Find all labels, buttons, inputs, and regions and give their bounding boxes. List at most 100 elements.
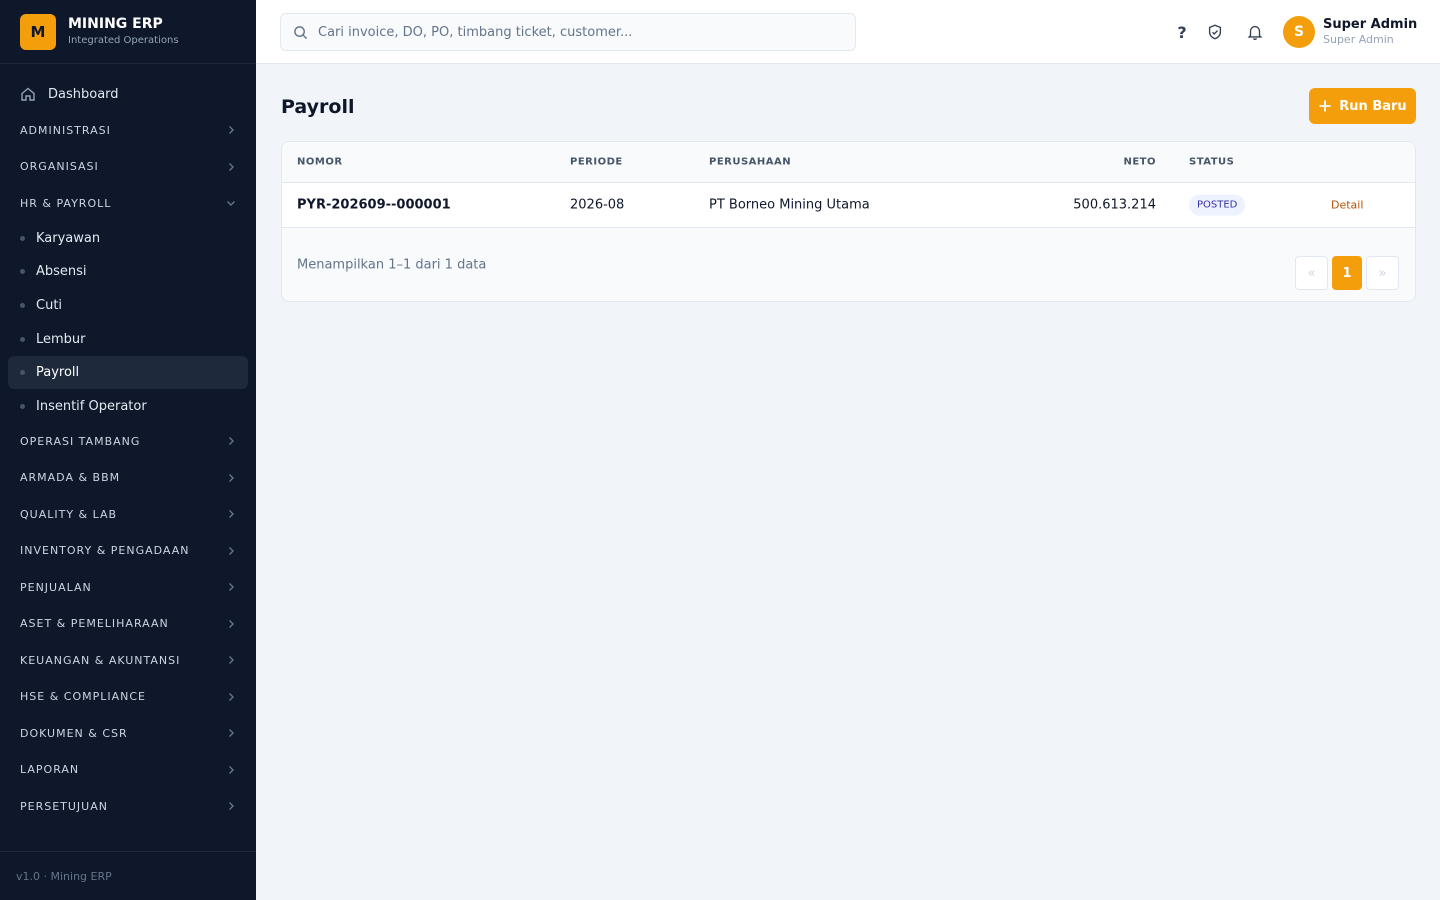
pagination-next-button[interactable]: » — [1366, 256, 1399, 290]
section-label: ADMINISTRASI — [20, 123, 111, 137]
help-icon[interactable]: ? — [1172, 22, 1192, 42]
section-label: ASET & PEMELIHARAAN — [20, 617, 169, 631]
sidebar-section-inventory-pengadaan[interactable]: INVENTORY & PENGADAAN — [0, 533, 256, 570]
sidebar-section-penjualan[interactable]: PENJUALAN — [0, 569, 256, 606]
status-badge: POSTED — [1189, 194, 1246, 216]
column-header-status[interactable]: STATUS — [1189, 157, 1234, 168]
pagination: « 1 » — [1291, 256, 1399, 290]
chevron-right-icon — [229, 729, 234, 738]
section-label: ARMADA & BBM — [20, 471, 121, 485]
sidebar-item-label: Lembur — [36, 331, 86, 347]
topbar: ? S Super Admin Super Admin — [256, 0, 1440, 64]
search-input[interactable] — [318, 24, 838, 40]
sidebar-section-armada-bbm[interactable]: ARMADA & BBM — [0, 460, 256, 497]
sidebar-item-payroll[interactable]: Payroll — [8, 355, 248, 390]
user-role: Super Admin — [1323, 33, 1394, 46]
chevron-right-icon — [229, 656, 234, 665]
sidebar-item-karyawan[interactable]: Karyawan — [8, 222, 248, 256]
section-label: DOKUMEN & CSR — [20, 726, 128, 740]
user-menu[interactable]: S Super Admin Super Admin — [1283, 16, 1417, 48]
cell-periode: 2026-08 — [570, 197, 625, 213]
table-header: NOMOR PERIODE PERUSAHAAN NETO STATUS — [282, 142, 1415, 183]
sidebar-section-hse-compliance[interactable]: HSE & COMPLIANCE — [0, 679, 256, 716]
sidebar-item-label: Karyawan — [36, 230, 101, 246]
sidebar-item-label: Cuti — [36, 297, 63, 313]
section-label: PERSETUJUAN — [20, 799, 108, 813]
search-box[interactable] — [280, 13, 856, 51]
sidebar-item-label: Absensi — [36, 264, 87, 280]
section-label: INVENTORY & PENGADAAN — [20, 544, 190, 558]
run-baru-label: Run Baru — [1339, 98, 1407, 114]
sidebar-item-insentif-operator[interactable]: Insentif Operator — [8, 389, 248, 423]
section-label: OPERASI TAMBANG — [20, 434, 141, 448]
table-footer: Menampilkan 1–1 dari 1 data « 1 » — [282, 228, 1415, 301]
chevron-right-icon — [229, 437, 234, 446]
bullet-icon — [20, 370, 25, 376]
sidebar-section-operasi-tambang[interactable]: OPERASI TAMBANG — [0, 423, 256, 460]
pagination-page-button[interactable]: 1 — [1332, 256, 1362, 290]
sidebar-section-persetujuan[interactable]: PERSETUJUAN — [0, 788, 256, 825]
section-label: QUALITY & LAB — [20, 507, 118, 521]
sidebar-item-label: Payroll — [36, 365, 80, 381]
brand-logo: M — [20, 13, 56, 50]
shield-check-icon[interactable] — [1205, 22, 1225, 42]
sidebar-section-keuangan-akuntansi[interactable]: KEUANGAN & AKUNTANSI — [0, 642, 256, 679]
chevron-right-icon — [229, 619, 234, 628]
chevron-right-icon — [229, 126, 234, 135]
sidebar-section-organisasi[interactable]: ORGANISASI — [0, 149, 256, 186]
sidebar-section-hr-payroll[interactable]: HR & PAYROLL — [0, 185, 256, 222]
cell-perusahaan: PT Borneo Mining Utama — [709, 197, 870, 213]
brand-subtitle: Integrated Operations — [68, 35, 179, 46]
chevron-down-icon — [227, 201, 235, 207]
pagination-prev-button[interactable]: « — [1295, 256, 1328, 290]
pagination-summary: Menampilkan 1–1 dari 1 data — [297, 257, 487, 272]
chevron-right-icon — [229, 583, 234, 592]
sidebar-section-dokumen-csr[interactable]: DOKUMEN & CSR — [0, 715, 256, 752]
user-name: Super Admin — [1323, 17, 1418, 32]
bullet-icon — [20, 336, 25, 342]
section-label: PENJUALAN — [20, 580, 92, 594]
chevron-right-icon — [229, 802, 234, 811]
chevron-right-icon — [229, 546, 234, 555]
bullet-icon — [20, 302, 25, 308]
table-row[interactable]: PYR-202609--000001 2026-08 PT Borneo Min… — [282, 183, 1415, 228]
chevron-right-icon — [229, 765, 234, 774]
chevron-right-icon — [229, 692, 234, 701]
sidebar-item-dashboard[interactable]: Dashboard — [8, 76, 248, 112]
sidebar-section-aset-pemeliharaan[interactable]: ASET & PEMELIHARAAN — [0, 606, 256, 643]
column-header-periode[interactable]: PERIODE — [570, 157, 623, 168]
sidebar-item-label: Insentif Operator — [36, 398, 147, 414]
payroll-table: NOMOR PERIODE PERUSAHAAN NETO STATUS PYR… — [281, 141, 1416, 302]
sidebar-footer: v1.0 · Mining ERP — [0, 851, 256, 900]
chevron-right-icon — [229, 162, 234, 171]
search-icon — [294, 25, 308, 39]
sidebar-section-administrasi[interactable]: ADMINISTRASI — [0, 112, 256, 149]
cell-nomor: PYR-202609--000001 — [297, 197, 451, 213]
sidebar-nav: Dashboard ADMINISTRASI ORGANISASI HR & P… — [0, 64, 256, 825]
bullet-icon — [20, 269, 25, 275]
bell-icon[interactable] — [1245, 22, 1265, 42]
column-header-neto[interactable]: NETO — [1123, 157, 1156, 168]
sidebar-item-lembur[interactable]: Lembur — [8, 322, 248, 356]
section-label: HR & PAYROLL — [20, 196, 112, 210]
brand-name: MINING ERP — [68, 16, 163, 32]
detail-link[interactable]: Detail — [1331, 199, 1363, 212]
run-baru-button[interactable]: Run Baru — [1309, 88, 1416, 124]
sidebar-item-label: Dashboard — [48, 86, 119, 102]
bullet-icon — [20, 235, 25, 241]
sidebar-section-laporan[interactable]: LAPORAN — [0, 752, 256, 789]
cell-neto: 500.613.214 — [1073, 197, 1156, 213]
sidebar: M MINING ERP Integrated Operations Dashb… — [0, 0, 256, 900]
sidebar-item-absensi[interactable]: Absensi — [8, 255, 248, 289]
sidebar-section-quality-lab[interactable]: QUALITY & LAB — [0, 496, 256, 533]
section-label: LAPORAN — [20, 763, 80, 777]
section-label: ORGANISASI — [20, 160, 99, 174]
sidebar-item-cuti[interactable]: Cuti — [8, 289, 248, 323]
brand[interactable]: M MINING ERP Integrated Operations — [0, 0, 256, 64]
home-icon — [21, 87, 35, 101]
column-header-perusahaan[interactable]: PERUSAHAAN — [709, 157, 791, 168]
bullet-icon — [20, 403, 25, 409]
page-title: Payroll — [281, 96, 355, 118]
chevron-right-icon — [229, 510, 234, 519]
column-header-nomor[interactable]: NOMOR — [297, 157, 343, 168]
